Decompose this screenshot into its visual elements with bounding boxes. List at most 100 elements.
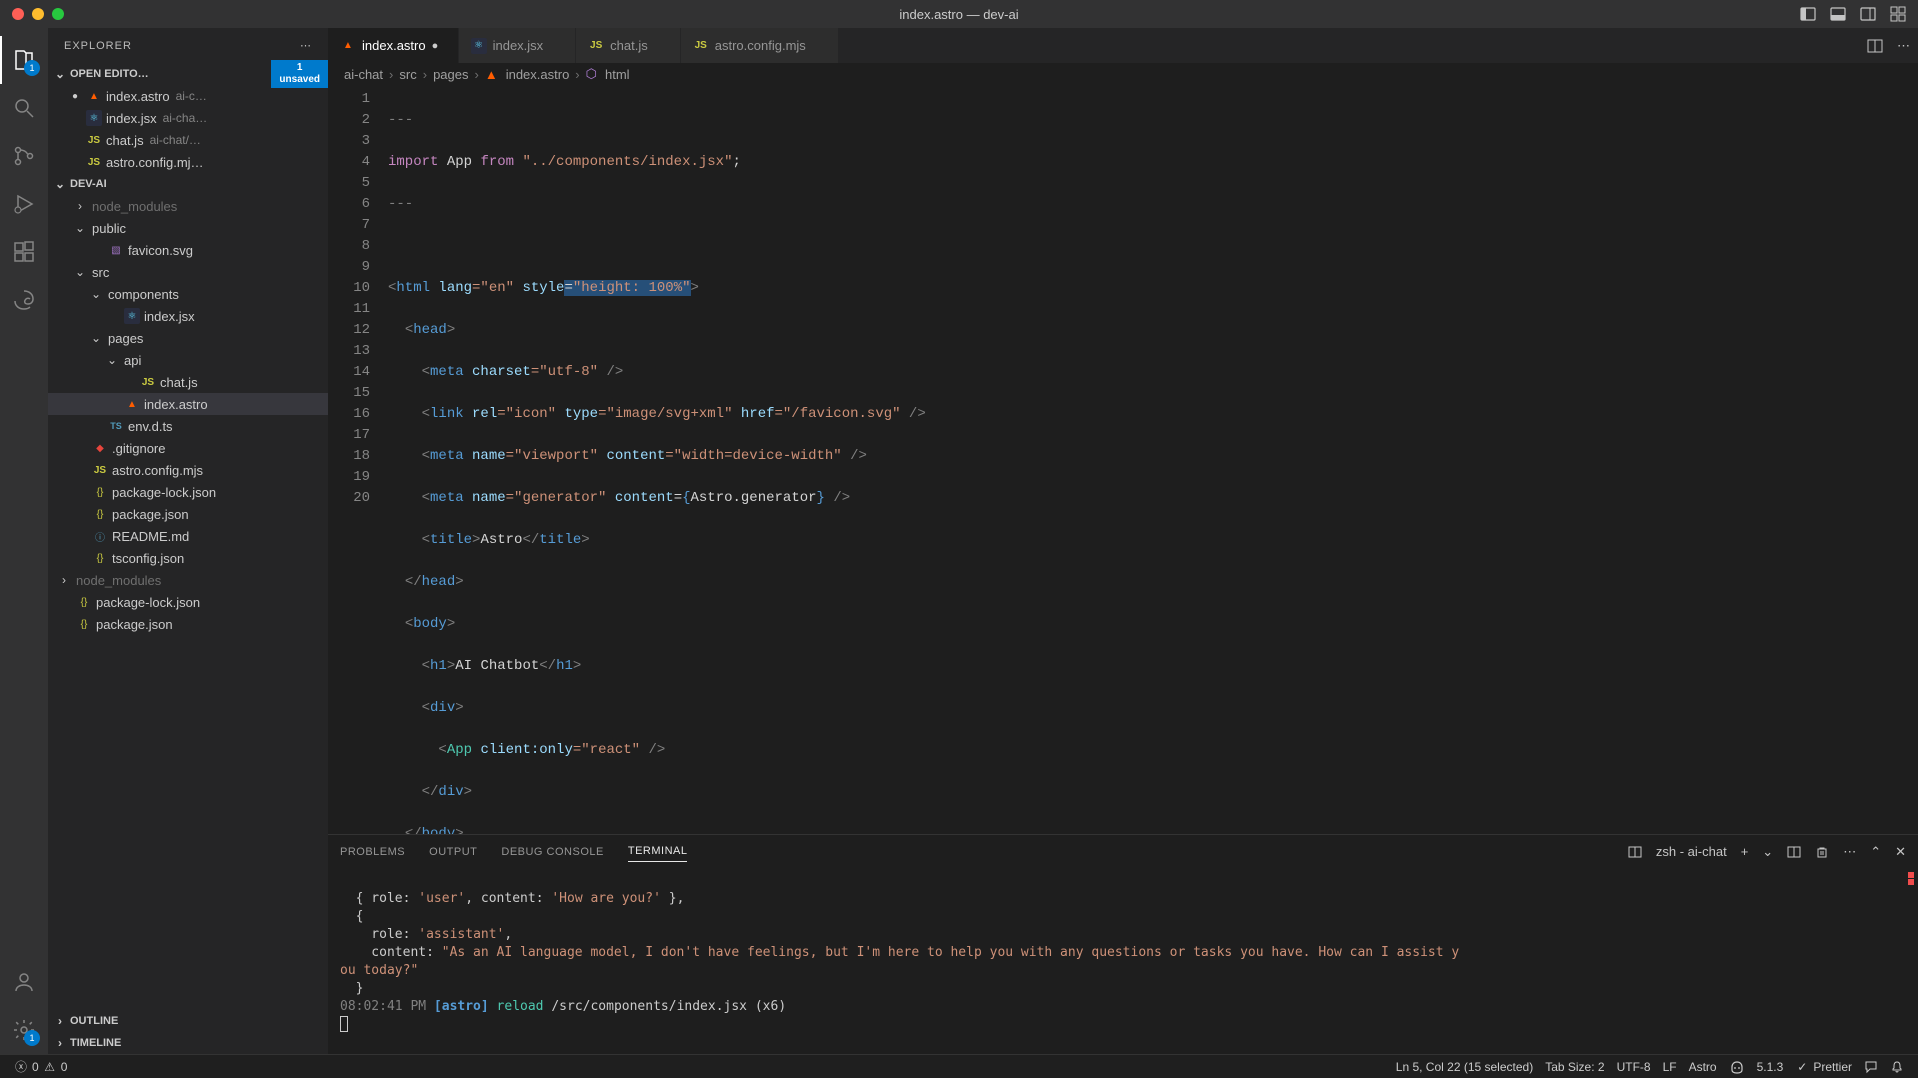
tree-file[interactable]: TSenv.d.ts (48, 415, 328, 437)
open-editor-item[interactable]: JSastro.config.mj… (48, 151, 328, 173)
js-icon: JS (86, 132, 102, 148)
outline-header[interactable]: OUTLINE (48, 1010, 328, 1032)
tree-folder[interactable]: node_modules (48, 569, 328, 591)
status-eol[interactable]: LF (1657, 1055, 1683, 1078)
activity-run-debug[interactable] (0, 180, 48, 228)
tree-folder[interactable]: public (48, 217, 328, 239)
status-errors[interactable]: ⓧ 0 ⚠ 0 (8, 1055, 73, 1078)
tree-item-label: node_modules (92, 199, 177, 214)
crumb[interactable]: ai-chat (344, 67, 383, 82)
tree-folder[interactable]: api (48, 349, 328, 371)
crumb[interactable]: index.astro (506, 67, 570, 82)
activity-extensions[interactable] (0, 228, 48, 276)
tree-file[interactable]: ⚛index.jsx (48, 305, 328, 327)
tree-file[interactable]: JSchat.js (48, 371, 328, 393)
line-number: 4 (328, 152, 370, 173)
tree-folder[interactable]: src (48, 261, 328, 283)
sidebar-more-icon[interactable]: ⋯ (300, 39, 312, 52)
tree-file[interactable]: {}package-lock.json (48, 591, 328, 613)
editor-tab[interactable]: JSchat.js (576, 28, 681, 63)
check-icon (1795, 1060, 1809, 1074)
tree-file[interactable]: {}package.json (48, 503, 328, 525)
status-bell-icon[interactable] (1884, 1055, 1910, 1078)
tree-file[interactable]: {}tsconfig.json (48, 547, 328, 569)
activity-search[interactable] (0, 84, 48, 132)
tree-file[interactable]: ▧favicon.svg (48, 239, 328, 261)
customize-layout-icon[interactable] (1890, 6, 1906, 22)
crumb[interactable]: html (605, 67, 630, 82)
maximize-panel-icon[interactable]: ⌃ (1870, 844, 1881, 860)
file-path: ai-cha… (163, 111, 208, 125)
activity-explorer[interactable]: 1 (0, 36, 48, 84)
tree-file[interactable]: ◆.gitignore (48, 437, 328, 459)
status-version[interactable]: 5.1.3 (1751, 1055, 1790, 1078)
line-number: 15 (328, 383, 370, 404)
status-encoding[interactable]: UTF-8 (1611, 1055, 1657, 1078)
tab-label: chat.js (610, 38, 648, 53)
tree-file[interactable]: {}package.json (48, 613, 328, 635)
status-language[interactable]: Astro (1683, 1055, 1723, 1078)
code-editor[interactable]: 1234567891011121314151617181920 --- impo… (328, 85, 1918, 834)
editor-tab[interactable]: JSastro.config.mjs (681, 28, 839, 63)
layout-panel-icon[interactable] (1830, 6, 1846, 22)
file-label: index.jsx (106, 111, 157, 126)
tree-folder[interactable]: components (48, 283, 328, 305)
window-close-icon[interactable] (12, 8, 24, 20)
breadcrumbs[interactable]: ai-chat › src › pages › ▲ index.astro › … (328, 63, 1918, 85)
line-number: 20 (328, 488, 370, 509)
tree-file[interactable]: ⓘREADME.md (48, 525, 328, 547)
activity-settings[interactable]: 1 (0, 1006, 48, 1054)
status-selection[interactable]: Ln 5, Col 22 (15 selected) (1390, 1055, 1539, 1078)
tab-problems[interactable]: PROBLEMS (340, 842, 405, 862)
split-editor-icon[interactable] (1867, 38, 1883, 54)
line-number: 8 (328, 236, 370, 257)
code-lines[interactable]: --- import App from "../components/index… (388, 85, 926, 834)
tab-output[interactable]: OUTPUT (429, 842, 477, 862)
open-editor-item[interactable]: JSchat.jsai-chat/… (48, 129, 328, 151)
timeline-header[interactable]: TIMELINE (48, 1032, 328, 1054)
open-editors-header[interactable]: OPEN EDITO… 1 unsaved (48, 63, 328, 85)
close-panel-icon[interactable]: ✕ (1895, 844, 1906, 860)
activity-source-control[interactable] (0, 132, 48, 180)
activity-edge-icon[interactable] (0, 276, 48, 324)
tree-file[interactable]: JSastro.config.mjs (48, 459, 328, 481)
project-header[interactable]: DEV-AI (48, 173, 328, 195)
more-actions-icon[interactable]: ⋯ (1897, 38, 1910, 54)
tab-debug-console[interactable]: DEBUG CONSOLE (501, 842, 603, 862)
tree-folder[interactable]: node_modules (48, 195, 328, 217)
split-terminal-icon[interactable] (1787, 845, 1801, 859)
editor-tab[interactable]: ▲index.astro● (328, 28, 459, 63)
tree-folder[interactable]: pages (48, 327, 328, 349)
window-maximize-icon[interactable] (52, 8, 64, 20)
crumb[interactable]: src (399, 67, 416, 82)
js-icon: JS (86, 154, 102, 170)
react-icon: ⚛ (471, 38, 487, 54)
open-editor-item[interactable]: ▲index.astroai-c… (48, 85, 328, 107)
status-feedback-icon[interactable] (1858, 1055, 1884, 1078)
tab-terminal[interactable]: TERMINAL (628, 841, 688, 862)
crumb[interactable]: pages (433, 67, 468, 82)
terminal-body[interactable]: { role: 'user', content: 'How are you?' … (328, 868, 1918, 1054)
terminal-dropdown-icon[interactable]: ⌄ (1762, 844, 1773, 860)
layout-sidebar-right-icon[interactable] (1860, 6, 1876, 22)
more-icon[interactable]: ⋯ (1843, 844, 1856, 860)
open-editor-item[interactable]: ⚛index.jsxai-cha… (48, 107, 328, 129)
status-prettier[interactable]: Prettier (1789, 1055, 1858, 1078)
dirty-indicator[interactable]: ● (432, 40, 446, 52)
tree-file[interactable]: {}package-lock.json (48, 481, 328, 503)
activity-accounts[interactable] (0, 958, 48, 1006)
tree-file[interactable]: ▲index.astro (48, 393, 328, 415)
layout-sidebar-left-icon[interactable] (1800, 6, 1816, 22)
new-terminal-icon[interactable]: + (1741, 844, 1749, 859)
line-number: 17 (328, 425, 370, 446)
status-tabsize[interactable]: Tab Size: 2 (1539, 1055, 1610, 1078)
tree-item-label: favicon.svg (128, 243, 193, 258)
terminal-label[interactable]: zsh - ai-chat (1656, 844, 1727, 859)
kill-terminal-icon[interactable] (1815, 845, 1829, 859)
file-label: index.astro (106, 89, 170, 104)
terminal-picker-icon[interactable] (1628, 845, 1642, 859)
status-copilot-icon[interactable] (1723, 1055, 1751, 1078)
window-minimize-icon[interactable] (32, 8, 44, 20)
editor-tab[interactable]: ⚛index.jsx (459, 28, 577, 63)
line-number: 1 (328, 89, 370, 110)
